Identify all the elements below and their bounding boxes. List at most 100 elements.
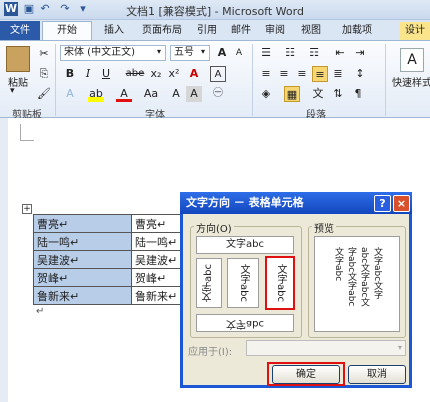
table-move-handle-icon[interactable]: + — [22, 204, 32, 214]
decrease-indent-icon[interactable]: ⇤ — [332, 45, 348, 61]
group-divider — [252, 44, 253, 116]
margin-corner-mark — [20, 140, 34, 141]
clear-format-icon[interactable]: A — [186, 66, 202, 82]
text-effects-icon[interactable]: A — [62, 86, 78, 102]
option-text: 文字abc — [238, 264, 249, 302]
char-shading-icon[interactable]: A — [186, 86, 202, 102]
direction-option-horizontal[interactable]: 文字abc — [196, 236, 294, 254]
paste-icon[interactable] — [6, 46, 30, 72]
direction-option-vertical-stack[interactable]: 文字abc — [227, 258, 259, 308]
apply-to-select[interactable] — [246, 340, 406, 356]
align-left-icon[interactable]: ≡ — [258, 66, 274, 82]
tab-file[interactable]: 文件 — [0, 21, 40, 40]
customize-qat-icon[interactable]: ▾ — [76, 2, 90, 16]
bold-button[interactable]: B — [62, 66, 78, 82]
paragraph-mark: ↵ — [36, 306, 45, 317]
font-name-select[interactable]: 宋体 (中文正文) — [60, 45, 166, 61]
tab-page-layout[interactable]: 页面布局 — [134, 22, 190, 40]
bullets-icon[interactable]: ☰ — [258, 45, 274, 61]
cancel-button[interactable]: 取消 — [348, 365, 406, 384]
tab-home[interactable]: 开始 — [42, 21, 92, 41]
font-size-dropdown-icon[interactable]: ▾ — [201, 47, 205, 56]
chinese-layout-icon[interactable]: 文 — [310, 86, 326, 102]
quick-styles-icon[interactable]: A — [400, 48, 424, 72]
tab-view[interactable]: 视图 — [292, 22, 330, 40]
table-cell[interactable]: 贺峰↵ — [130, 268, 182, 287]
grow-font-icon[interactable]: A — [214, 45, 230, 61]
table-cell[interactable]: 吴建波↵ — [33, 250, 132, 269]
margin-corner-mark — [20, 124, 21, 140]
copy-icon[interactable]: ⎘ — [36, 66, 52, 82]
redo-icon[interactable]: ↷ — [58, 2, 72, 16]
direction-option-rotated[interactable]: 文字abc — [196, 314, 294, 332]
numbering-icon[interactable]: ☷ — [282, 45, 298, 61]
tab-design[interactable]: 设计 — [400, 22, 430, 40]
show-marks-icon[interactable]: ¶ — [350, 86, 366, 102]
table-cell[interactable]: 陆一鸣↵ — [33, 232, 132, 251]
tab-addins[interactable]: 加载项 — [330, 22, 384, 40]
grow-font-2-icon[interactable]: A — [168, 86, 184, 102]
tab-references[interactable]: 引用 — [190, 22, 224, 40]
shrink-font-icon[interactable]: A — [231, 45, 247, 61]
table-cell[interactable]: 陆一鸣↵ — [130, 232, 182, 251]
superscript-button[interactable]: x² — [166, 66, 182, 82]
underline-button[interactable]: U — [98, 66, 114, 82]
char-border-icon[interactable]: A — [210, 66, 226, 82]
document-table[interactable]: 曹亮↵ 曹亮↵ 陆一鸣↵ 陆一鸣↵ 吴建波↵ 吴建波↵ 贺峰↵ 贺峰↵ 鲁新来↵… — [33, 214, 182, 305]
paste-label[interactable]: 粘贴 — [4, 74, 32, 89]
table-cell[interactable]: 贺峰↵ — [33, 268, 132, 287]
preview-box: 文字abc文字abc文字abc文字abc文字abc文字abc — [314, 236, 400, 332]
distributed-icon[interactable]: ≣ — [330, 66, 346, 82]
sort-icon[interactable]: ⇅ — [330, 86, 346, 102]
font-color-icon[interactable]: A — [116, 86, 132, 102]
table-row: 鲁新来↵ 鲁新来↵ — [33, 286, 182, 305]
format-painter-icon[interactable]: 🖌 — [36, 86, 52, 102]
left-margin-bar — [0, 118, 8, 402]
table-cell[interactable]: 吴建波↵ — [130, 250, 182, 269]
close-button[interactable]: × — [393, 195, 410, 212]
undo-icon[interactable]: ↶ — [38, 2, 52, 16]
italic-button[interactable]: I — [80, 66, 96, 82]
table-cell[interactable]: 鲁新来↵ — [33, 286, 132, 305]
option-text: 文字abc — [226, 318, 264, 329]
justify-icon[interactable]: ≡ — [312, 66, 328, 82]
apply-to-label: 应用于(I): — [188, 347, 233, 358]
table-row: 曹亮↵ 曹亮↵ — [33, 214, 182, 233]
subscript-button[interactable]: x₂ — [148, 66, 164, 82]
change-case-button[interactable]: Aa — [140, 86, 162, 102]
tab-review[interactable]: 审阅 — [258, 22, 292, 40]
ok-button[interactable]: 确定 — [272, 365, 340, 384]
align-center-icon[interactable]: ≡ — [276, 66, 292, 82]
increase-indent-icon[interactable]: ⇥ — [352, 45, 368, 61]
preview-text: 文字abc文字abc文字abc文字abc文字abc文字abc — [333, 247, 382, 307]
table-row: 陆一鸣↵ 陆一鸣↵ — [33, 232, 182, 251]
quick-styles-label[interactable]: 快速样式 — [392, 74, 430, 89]
apply-to-dropdown-icon[interactable]: ▾ — [394, 341, 406, 355]
save-icon[interactable]: ▣ — [22, 2, 36, 16]
table-cell[interactable]: 鲁新来↵ — [130, 286, 182, 305]
align-right-icon[interactable]: ≡ — [294, 66, 310, 82]
option-text: 文字abc — [275, 264, 286, 302]
tab-mailings[interactable]: 邮件 — [224, 22, 258, 40]
table-cell[interactable]: 曹亮↵ — [33, 214, 132, 233]
line-spacing-icon[interactable]: ↕ — [352, 66, 368, 82]
cut-icon[interactable]: ✂ — [36, 46, 52, 62]
tab-insert[interactable]: 插入 — [94, 22, 134, 40]
font-name-dropdown-icon[interactable]: ▾ — [157, 47, 161, 56]
group-divider — [385, 44, 386, 116]
paste-dropdown-icon[interactable]: ▾ — [10, 86, 15, 96]
table-cell[interactable]: 曹亮↵ — [130, 214, 182, 233]
multilevel-list-icon[interactable]: ☶ — [306, 45, 322, 61]
strikethrough-button[interactable]: abe — [124, 66, 146, 82]
table-row: 贺峰↵ 贺峰↵ — [33, 268, 182, 287]
highlight-icon[interactable]: ab — [88, 86, 104, 102]
borders-icon[interactable]: ▦ — [284, 86, 300, 102]
shading-icon[interactable]: ◈ — [258, 86, 274, 102]
help-button[interactable]: ? — [374, 195, 391, 212]
direction-option-vertical-left[interactable]: 文字abc — [196, 258, 222, 308]
group-divider — [55, 44, 56, 116]
direction-option-vertical-right[interactable]: 文字abc — [265, 256, 295, 310]
enclose-char-icon[interactable]: ㊀ — [210, 86, 226, 102]
preview-label: 预览 — [312, 220, 336, 235]
table-row: 吴建波↵ 吴建波↵ — [33, 250, 182, 269]
